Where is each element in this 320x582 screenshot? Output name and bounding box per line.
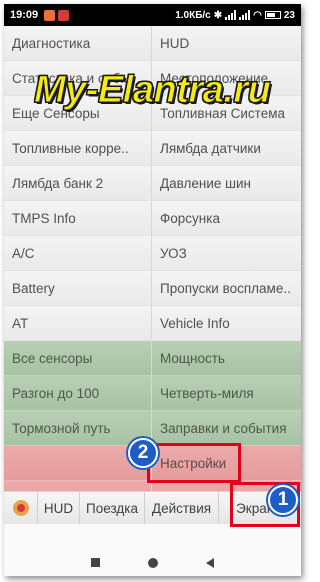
battery-percent: 23 xyxy=(283,9,295,21)
menu-button-9-left[interactable]: Все сенсоры xyxy=(4,341,152,376)
signal-1-icon xyxy=(225,10,237,20)
menu-button-10-right[interactable]: Четверть-миля xyxy=(152,376,301,411)
menu-row: Battery Пропуски воспламе.. xyxy=(4,271,301,306)
status-time: 19:09 xyxy=(10,9,39,21)
menu-button-4-right[interactable]: Давление шин xyxy=(152,166,301,201)
menu-row: Диагностика HUD xyxy=(4,26,301,61)
menu-button-11-right[interactable]: Заправки и события xyxy=(152,411,301,446)
menu-button-7-left[interactable]: Battery xyxy=(4,271,152,306)
menu-row: Все сенсоры Мощность xyxy=(4,341,301,376)
status-right-group: 1.0КБ/с ✱ ◠ 23 xyxy=(175,10,295,21)
menu-button-7-right[interactable]: Пропуски воспламе.. xyxy=(152,271,301,306)
recents-icon[interactable] xyxy=(91,558,100,567)
callout-badge-1: 1 xyxy=(268,485,298,515)
menu-button-6-left[interactable]: A/C xyxy=(4,236,152,271)
menu-button-0-left[interactable]: Диагностика xyxy=(4,26,152,61)
net-speed: 1.0КБ/с xyxy=(175,9,211,21)
notification-record-icon xyxy=(58,9,70,21)
home-icon[interactable] xyxy=(148,557,158,568)
menu-button-11-left[interactable]: Тормозной путь xyxy=(4,411,152,446)
record-tab[interactable] xyxy=(4,492,38,524)
back-icon[interactable] xyxy=(206,557,214,568)
callout-badge-2: 2 xyxy=(128,438,158,468)
wifi-icon: ◠ xyxy=(253,9,262,21)
record-icon xyxy=(12,500,29,516)
menu-button-5-left[interactable]: TMPS Info xyxy=(4,201,152,236)
notification-app-icon xyxy=(44,9,56,21)
menu-button-10-left[interactable]: Разгон до 100 xyxy=(4,376,152,411)
tab-hud[interactable]: HUD xyxy=(38,492,80,524)
android-nav-bar xyxy=(4,549,301,576)
menu-button-8-right[interactable]: Vehicle Info xyxy=(152,306,301,341)
menu-button-8-left[interactable]: AT xyxy=(4,306,152,341)
signal-2-icon xyxy=(239,10,251,20)
phone-screen: 19:09 1.0КБ/с ✱ ◠ 23 Диагностика HUD Стати… xyxy=(4,4,301,576)
callout-box-settings xyxy=(147,443,241,483)
menu-button-3-right[interactable]: Лямбда датчики xyxy=(152,131,301,166)
menu-row: Топливные корре.. Лямбда датчики xyxy=(4,131,301,166)
watermark-text: My-Elantra.ru xyxy=(33,69,271,112)
battery-icon xyxy=(264,11,281,19)
menu-button-9-right[interactable]: Мощность xyxy=(152,341,301,376)
menu-button-3-left[interactable]: Топливные корре.. xyxy=(4,131,152,166)
tab-trip[interactable]: Поездка xyxy=(80,492,145,524)
menu-row: AT Vehicle Info xyxy=(4,306,301,341)
status-bar: 19:09 1.0КБ/с ✱ ◠ 23 xyxy=(4,4,301,26)
menu-button-0-right[interactable]: HUD xyxy=(152,26,301,61)
tab-actions[interactable]: Действия xyxy=(145,492,219,524)
bluetooth-icon: ✱ xyxy=(213,9,223,21)
menu-row: Лямбда банк 2 Давление шин xyxy=(4,166,301,201)
menu-button-6-right[interactable]: УОЗ xyxy=(152,236,301,271)
menu-row: A/C УОЗ xyxy=(4,236,301,271)
menu-button-4-left[interactable]: Лямбда банк 2 xyxy=(4,166,152,201)
menu-row: TMPS Info Форсунка xyxy=(4,201,301,236)
menu-button-5-right[interactable]: Форсунка xyxy=(152,201,301,236)
menu-row: Разгон до 100 Четверть-миля xyxy=(4,376,301,411)
